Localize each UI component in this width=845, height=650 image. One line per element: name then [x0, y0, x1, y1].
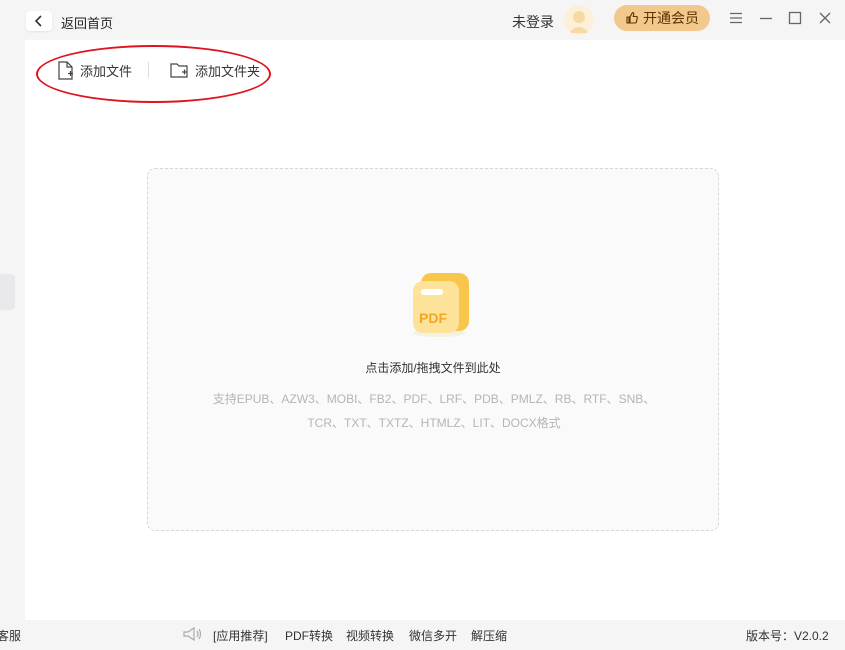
back-button[interactable] — [26, 11, 52, 31]
close-button[interactable] — [816, 9, 834, 27]
close-icon — [819, 12, 831, 24]
add-folder-button[interactable]: 添加文件夹 — [170, 60, 260, 80]
left-sidebar — [0, 40, 25, 620]
vip-button[interactable]: 开通会员 — [614, 5, 710, 31]
thumbs-up-icon — [626, 11, 638, 24]
app-recommend-label: [应用推荐] — [213, 629, 268, 643]
add-file-icon — [58, 60, 73, 80]
vip-button-label: 开通会员 — [643, 10, 699, 26]
add-file-label: 添加文件 — [80, 63, 133, 79]
add-folder-label: 添加文件夹 — [195, 63, 261, 79]
footer-link-unzip[interactable]: 解压缩 — [471, 627, 507, 644]
customer-service-link[interactable]: 客服 — [0, 627, 21, 644]
version-label: 版本号：V2.0.2 — [746, 629, 829, 643]
main-panel: 添加文件 添加文件夹 PDF 点击添加/拖拽文件到此处 支持EPUB、AZW3、… — [25, 40, 845, 620]
minimize-icon — [760, 17, 772, 20]
user-avatar-icon — [564, 5, 594, 35]
footer: 客服 [应用推荐] PDF转换 视频转换 微信多开 解压缩 版本号：V2.0.2 — [0, 620, 845, 650]
pdf-file-icon: PDF — [413, 273, 469, 337]
formats-line-2: TCR、TXT、TXTZ、HTMLZ、LIT、DOCX格式 — [307, 416, 561, 430]
megaphone-icon — [183, 626, 202, 642]
add-file-button[interactable]: 添加文件 — [57, 60, 132, 80]
menu-icon — [730, 12, 742, 24]
maximize-button[interactable] — [786, 9, 804, 27]
formats-line-1: 支持EPUB、AZW3、MOBI、FB2、PDF、LRF、PDB、PMLZ、RB… — [212, 392, 656, 406]
minimize-button[interactable] — [757, 9, 775, 27]
title-bar: 返回首页 未登录 开通会员 — [0, 0, 845, 40]
footer-link-pdf[interactable]: PDF转换 — [285, 627, 333, 644]
drop-zone-title: 点击添加/拖拽文件到此处 — [365, 361, 501, 375]
toolbar-divider — [148, 62, 149, 78]
back-label[interactable]: 返回首页 — [61, 13, 113, 32]
pdf-icon-text: PDF — [419, 310, 447, 326]
footer-link-video[interactable]: 视频转换 — [346, 627, 394, 644]
login-status[interactable]: 未登录 — [512, 12, 554, 32]
menu-button[interactable] — [727, 9, 745, 27]
maximize-icon — [788, 11, 802, 25]
chevron-left-icon — [34, 15, 42, 27]
footer-link-wechat[interactable]: 微信多开 — [409, 627, 457, 644]
drop-zone[interactable]: PDF 点击添加/拖拽文件到此处 支持EPUB、AZW3、MOBI、FB2、PD… — [147, 168, 719, 531]
sidebar-tab[interactable] — [0, 274, 15, 310]
add-folder-icon — [170, 62, 188, 78]
supported-formats: 支持EPUB、AZW3、MOBI、FB2、PDF、LRF、PDB、PMLZ、RB… — [198, 387, 670, 435]
avatar[interactable] — [564, 5, 594, 35]
